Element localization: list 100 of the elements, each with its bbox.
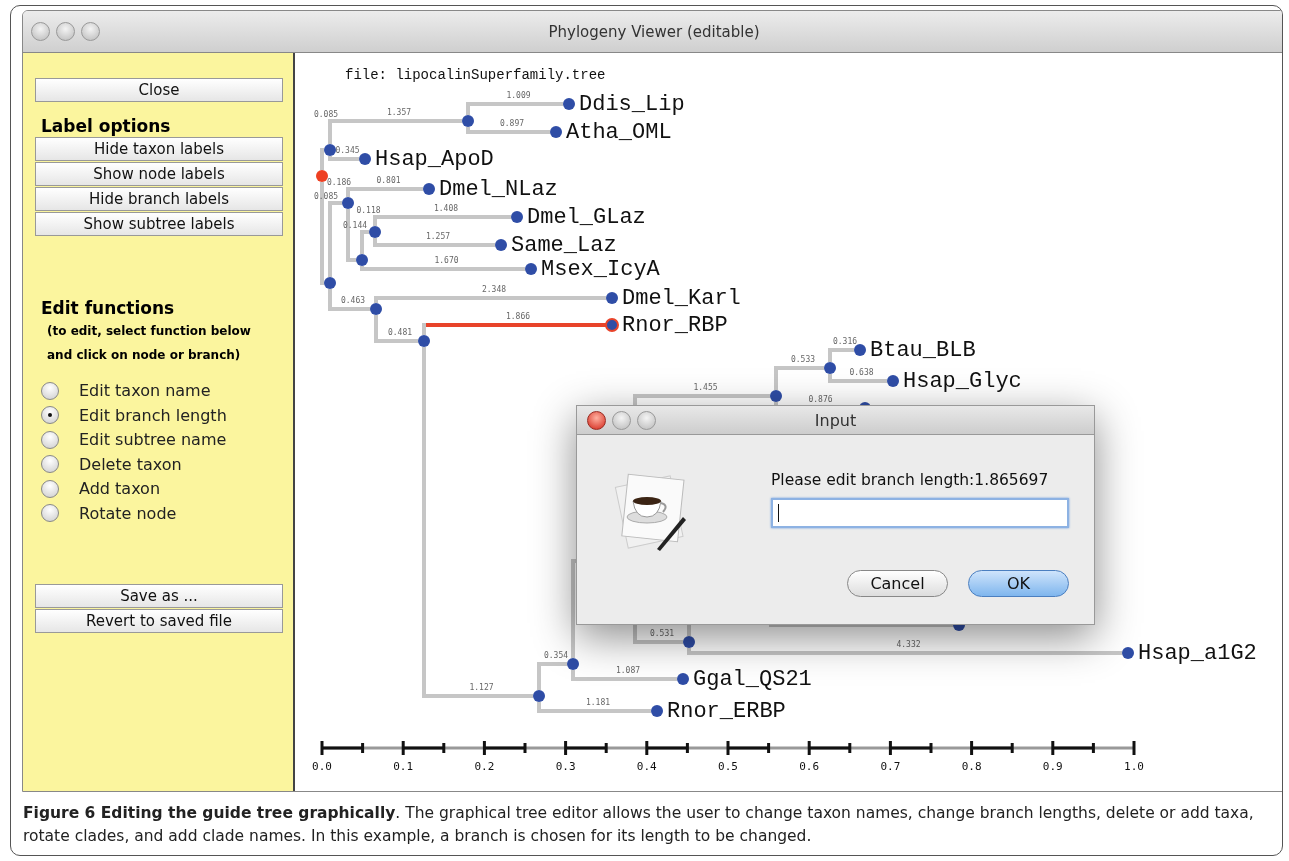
radio-button[interactable]: [41, 455, 59, 474]
dialog-title: Input: [814, 410, 857, 430]
tree-node[interactable]: [525, 263, 537, 275]
tree-node[interactable]: [606, 292, 618, 304]
tree-node[interactable]: [563, 98, 575, 110]
tree-node[interactable]: [359, 153, 371, 165]
tree-node[interactable]: [324, 277, 336, 289]
input-field[interactable]: [771, 498, 1069, 528]
radio-label[interactable]: Delete taxon: [79, 454, 182, 474]
tree-node[interactable]: [418, 335, 430, 347]
tree-node[interactable]: [677, 673, 689, 685]
taxon-label[interactable]: Same_Laz: [511, 233, 617, 258]
window-title: Phylogeny Viewer (editable): [548, 22, 760, 41]
scale-label: 0.1: [393, 760, 414, 773]
radio-button[interactable]: [41, 430, 59, 449]
branch-length-label: 0.638: [849, 368, 874, 377]
taxon-label[interactable]: Hsap_Glyc: [903, 369, 1022, 394]
taxon-label[interactable]: Dmel_GLaz: [527, 205, 646, 230]
taxon-label[interactable]: Dmel_Karl: [622, 286, 741, 311]
tree-node[interactable]: [342, 197, 354, 209]
branch-length-label: 0.316: [832, 337, 858, 346]
branch-length-label: 1.357: [386, 108, 412, 117]
tree-node[interactable]: [495, 239, 507, 251]
file-label: file: lipocalinSuperfamily.tree: [345, 67, 606, 83]
dialog-button[interactable]: OK: [968, 570, 1069, 597]
scale-label: 0.7: [880, 760, 901, 773]
radio-button[interactable]: [41, 406, 59, 425]
node-connector: [537, 702, 541, 713]
radio-label[interactable]: Edit branch length: [79, 405, 227, 425]
close-button[interactable]: Close: [35, 78, 283, 102]
label-option-button[interactable]: Hide taxon labels: [35, 137, 283, 161]
minimize-window-button[interactable]: [56, 22, 75, 41]
label-option-button[interactable]: Show subtree labels: [35, 212, 283, 236]
tree-node[interactable]: [605, 318, 619, 332]
taxon-label[interactable]: Ddis_Lip: [579, 92, 685, 117]
taxon-label[interactable]: Ggal_QS21: [693, 667, 812, 692]
branch-length-label: 1.257: [425, 232, 451, 241]
tree-node[interactable]: [324, 144, 336, 156]
tree-node[interactable]: [316, 170, 328, 182]
branch-length-label: 1.455: [693, 383, 718, 392]
taxon-label[interactable]: Rnor_RBP: [622, 313, 728, 338]
taxon-label[interactable]: Msex_IcyA: [541, 257, 660, 282]
tree-node[interactable]: [423, 183, 435, 195]
file-button[interactable]: Save as ...: [35, 584, 283, 608]
scale-label: 0.3: [555, 760, 576, 773]
label-option-button[interactable]: Hide branch labels: [35, 187, 283, 211]
tree-node[interactable]: [533, 690, 545, 702]
taxon-label[interactable]: Rnor_ERBP: [667, 699, 786, 724]
scale-label: 0.0: [312, 760, 332, 773]
radio-label[interactable]: Rotate node: [79, 503, 177, 523]
radio-label[interactable]: Add taxon: [79, 479, 161, 499]
tree-node[interactable]: [651, 705, 663, 717]
tree-node[interactable]: [770, 390, 782, 402]
zoom-window-button[interactable]: [81, 22, 100, 41]
tree-node[interactable]: [854, 344, 866, 356]
node-connector: [374, 296, 378, 303]
scale-label: 0.2: [474, 760, 495, 773]
dialog-button[interactable]: Cancel: [847, 570, 948, 597]
close-window-button[interactable]: [31, 22, 50, 41]
branch-length-label: 0.186: [326, 178, 352, 187]
taxon-label[interactable]: Atha_OML: [566, 120, 672, 145]
branch-length-label: 1.408: [433, 204, 459, 213]
radio-label[interactable]: Edit subtree name: [79, 430, 227, 450]
node-connector: [328, 289, 332, 311]
radio-button[interactable]: [41, 504, 59, 523]
close-window-button[interactable]: [587, 410, 606, 430]
branch-length-label: 0.085: [313, 110, 339, 119]
tree-node[interactable]: [683, 636, 695, 648]
scale-label: 0.6: [799, 760, 820, 773]
tree-node[interactable]: [356, 254, 368, 266]
radio-button[interactable]: [41, 479, 59, 498]
tree-node[interactable]: [824, 362, 836, 374]
tree-node[interactable]: [462, 115, 474, 127]
radio-label[interactable]: Edit taxon name: [79, 381, 211, 401]
tree-node[interactable]: [567, 658, 579, 670]
taxon-label[interactable]: Hsap_ApoD: [375, 147, 494, 172]
tree-node[interactable]: [370, 303, 382, 315]
taxon-label[interactable]: Dmel_NLaz: [439, 177, 558, 202]
branch-length-label: 0.801: [376, 176, 401, 185]
tree-node[interactable]: [511, 211, 523, 223]
branch-length-label: 4.332: [896, 640, 921, 649]
node-connector: [828, 348, 832, 362]
branch-length-label: 0.481: [387, 328, 413, 337]
tree-node[interactable]: [550, 126, 562, 138]
branch-length-label: 1.127: [469, 683, 494, 692]
taxon-label[interactable]: Btau_BLB: [870, 338, 976, 363]
file-button[interactable]: Revert to saved file: [35, 609, 283, 633]
node-connector: [373, 215, 377, 226]
branch-length-label: 1.866: [505, 312, 531, 321]
minimize-window-button[interactable]: [612, 410, 631, 430]
tree-node[interactable]: [887, 375, 899, 387]
tree-node[interactable]: [1122, 647, 1134, 659]
node-connector: [537, 662, 541, 690]
zoom-window-button[interactable]: [637, 410, 656, 430]
radio-button[interactable]: [41, 381, 59, 400]
label-option-button[interactable]: Show node labels: [35, 162, 283, 186]
tree-node[interactable]: [369, 226, 381, 238]
taxon-label[interactable]: Hsap_a1G2: [1138, 641, 1257, 666]
branch-length-label: 1.009: [506, 91, 531, 100]
node-connector: [346, 187, 350, 197]
